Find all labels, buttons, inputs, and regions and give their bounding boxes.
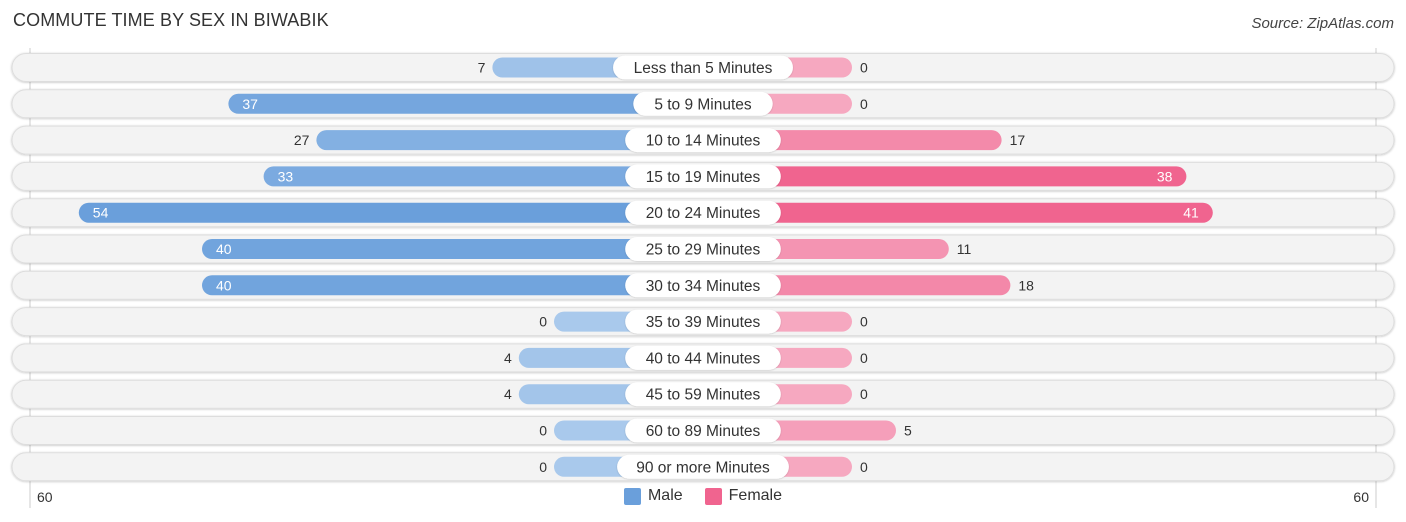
value-label-male: 40: [216, 277, 232, 293]
category-label: 25 to 29 Minutes: [646, 242, 761, 259]
bar-male: [228, 93, 703, 114]
value-label-male: 0: [539, 314, 547, 330]
chart-row: 35 to 39 Minutes 0 0: [11, 307, 1395, 337]
chart-row: 90 or more Minutes 0 0: [11, 452, 1395, 482]
value-label-female: 0: [860, 60, 868, 76]
category-label: 20 to 24 Minutes: [646, 205, 761, 222]
value-label-male: 33: [278, 168, 294, 184]
legend-item-female[interactable]: Female: [704, 487, 783, 505]
category-label: 90 or more Minutes: [636, 459, 770, 476]
category-label: 60 to 89 Minutes: [646, 423, 761, 440]
value-label-female: 0: [860, 96, 868, 112]
value-label-male: 27: [294, 132, 310, 148]
value-label-male: 4: [504, 386, 512, 402]
value-label-male: 0: [539, 423, 547, 439]
value-label-male: 37: [242, 96, 258, 112]
legend-label-male: Male: [647, 487, 683, 504]
chart-row: 10 to 14 Minutes 27 17: [11, 125, 1395, 155]
chart-row: 15 to 19 Minutes 33 38: [11, 161, 1395, 191]
category-label: 5 to 9 Minutes: [654, 96, 752, 113]
value-label-female: 11: [957, 241, 972, 257]
chart-row: 60 to 89 Minutes 0 5: [11, 416, 1395, 445]
category-label: 10 to 14 Minutes: [646, 133, 761, 150]
value-label-female: 41: [1183, 205, 1199, 221]
legend-item-male[interactable]: Male: [623, 487, 683, 505]
chart-row: 25 to 29 Minutes 40 11: [11, 234, 1395, 264]
category-label: 45 to 59 Minutes: [646, 387, 761, 404]
category-label: 30 to 34 Minutes: [646, 278, 761, 295]
value-label-female: 0: [860, 314, 868, 330]
value-label-female: 17: [1010, 132, 1026, 148]
value-label-female: 5: [904, 423, 912, 439]
value-label-male: 0: [539, 459, 547, 475]
chart-row: 30 to 34 Minutes 40 18: [11, 270, 1395, 300]
legend-swatch-female: [704, 487, 722, 505]
chart-row: 40 to 44 Minutes 4 0: [11, 343, 1395, 373]
category-label: 35 to 39 Minutes: [646, 314, 761, 331]
chart-row: 5 to 9 Minutes 37 0: [11, 89, 1395, 119]
value-label-male: 40: [216, 241, 232, 257]
chart-row: 20 to 24 Minutes 54 41: [11, 198, 1395, 228]
value-label-female: 38: [1157, 168, 1173, 184]
value-label-female: 18: [1018, 277, 1034, 293]
value-label-male: 54: [93, 205, 109, 221]
chart-row: 45 to 59 Minutes 4 0: [11, 379, 1395, 409]
category-label: Less than 5 Minutes: [634, 60, 773, 77]
value-label-female: 0: [860, 386, 868, 402]
value-label-male: 7: [478, 60, 486, 76]
legend: Male Female: [0, 487, 1406, 505]
value-label-female: 0: [860, 350, 868, 366]
legend-label-female: Female: [728, 487, 783, 504]
legend-swatch-male: [623, 487, 641, 505]
category-label: 40 to 44 Minutes: [646, 350, 761, 367]
value-label-male: 4: [504, 350, 512, 366]
category-label: 15 to 19 Minutes: [646, 169, 761, 186]
value-label-female: 0: [860, 459, 868, 475]
chart-canvas: Less than 5 Minutes 7 0 5 to 9 Minutes 37 0 10…: [11, 48, 1395, 508]
chart-row: Less than 5 Minutes 7 0: [11, 53, 1395, 82]
bar-male: [78, 202, 704, 223]
